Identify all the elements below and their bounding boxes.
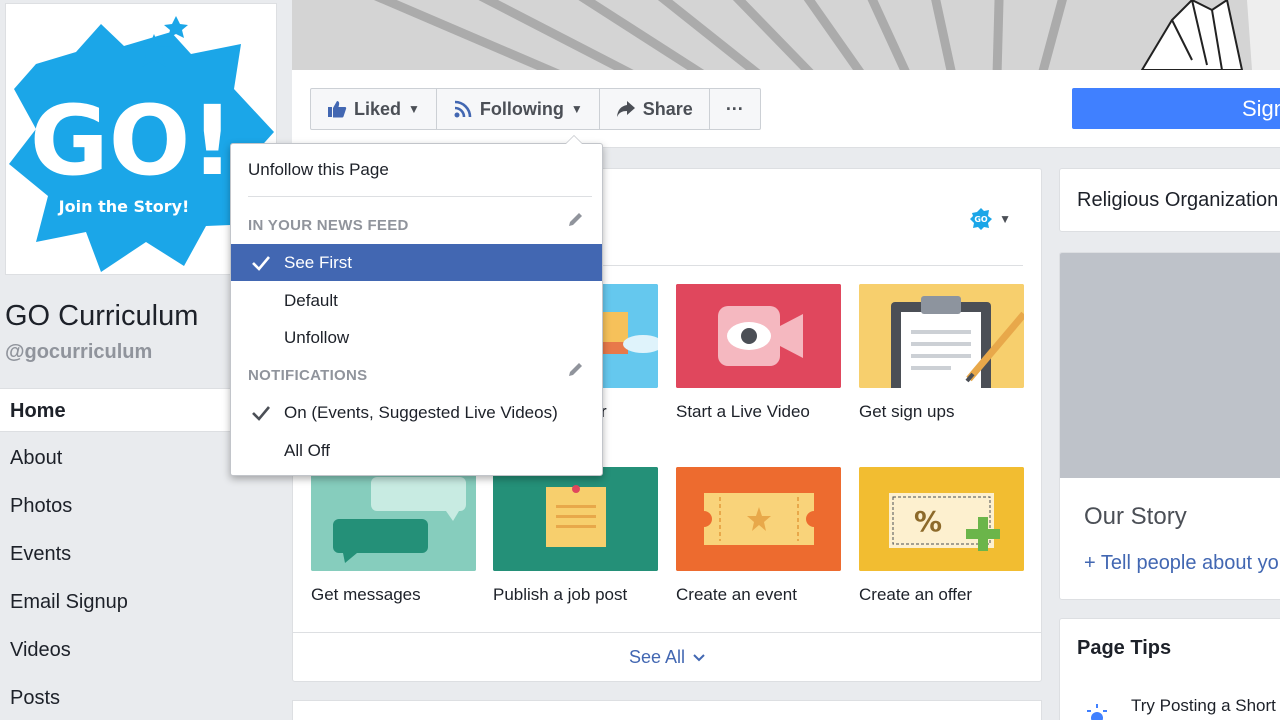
tell-people-link[interactable]: + Tell people about your — [1084, 552, 1280, 575]
nav-item-photos[interactable]: Photos — [0, 484, 292, 532]
thumbs-up-icon — [328, 101, 347, 118]
see-all-label: See All — [628, 647, 686, 667]
page-tips-card: Page Tips Try Posting a Short — [1059, 618, 1280, 720]
page-tips-title: Page Tips — [1077, 637, 1172, 659]
tile-publish-job-post[interactable]: Publish a job post — [493, 467, 658, 605]
option-notifications-on[interactable]: On (Events, Suggested Live Videos) — [231, 394, 602, 431]
tile-get-sign-ups[interactable]: Get sign ups — [859, 284, 1024, 422]
see-all-link[interactable]: See All — [293, 632, 1041, 682]
option-default[interactable]: Default — [231, 282, 602, 319]
all-off-label: All Off — [284, 441, 330, 460]
more-options-icon: ··· — [725, 98, 744, 119]
our-story-card: Our Story + Tell people about your — [1059, 252, 1280, 600]
share-label: Share — [642, 98, 693, 119]
tile-live-video-label: Start a Live Video — [676, 402, 810, 421]
following-button[interactable]: Following ▼ — [437, 89, 600, 129]
dropdown-arrow — [565, 135, 583, 144]
option-see-first[interactable]: See First — [231, 244, 602, 281]
logo-tagline: Join the Story! — [58, 197, 190, 216]
story-cover-image[interactable] — [1060, 253, 1280, 478]
svg-text:%: % — [914, 505, 942, 538]
pencil-icon[interactable] — [566, 211, 584, 229]
liked-label: Liked — [354, 98, 402, 119]
tile-create-event[interactable]: Create an event — [676, 467, 841, 605]
clipboard-icon — [859, 284, 1024, 388]
cover-image — [292, 0, 1280, 70]
sign-ups-image — [859, 284, 1024, 388]
unfollow-page-label: Unfollow this Page — [248, 160, 389, 179]
tile-offer-label: Create an offer — [859, 585, 973, 604]
tile-event-label: Create an event — [676, 585, 797, 604]
tile-messages-label: Get messages — [311, 585, 421, 604]
tile-job-post-label: Publish a job post — [493, 585, 628, 604]
pencil-icon[interactable] — [566, 361, 584, 379]
page-avatar-icon: GO — [970, 208, 993, 230]
option-unfollow[interactable]: Unfollow — [231, 319, 602, 356]
video-camera-icon — [676, 284, 841, 388]
lightbulb-icon — [1087, 704, 1107, 720]
chevron-down-icon — [693, 653, 705, 661]
ticket-icon — [676, 467, 841, 571]
see-first-label: See First — [284, 253, 353, 272]
page-handle[interactable]: @gocurriculum — [5, 341, 152, 364]
unfollow-label: Unfollow — [284, 328, 350, 347]
notifications-header: NOTIFICATIONS — [248, 367, 368, 384]
checkmark-icon — [252, 406, 270, 421]
chat-bubbles-icon — [311, 467, 476, 571]
caret-down-icon: ▼ — [408, 102, 420, 116]
action-button-group: Liked ▼ Following ▼ Share ··· — [310, 88, 761, 130]
following-dropdown-menu: Unfollow this Page IN YOUR NEWS FEED See… — [230, 135, 603, 476]
nav-item-posts[interactable]: Posts — [0, 676, 292, 720]
share-button[interactable]: Share — [600, 89, 710, 129]
page-action-bar: Liked ▼ Following ▼ Share ··· Sign — [292, 70, 1280, 148]
job-post-image — [493, 467, 658, 571]
page-name[interactable]: GO Curriculum — [5, 300, 198, 333]
rss-feed-icon — [454, 100, 472, 118]
caret-down-icon: ▼ — [999, 212, 1011, 226]
tile-create-offer[interactable]: % Create an offer — [859, 467, 1024, 605]
cover-photo[interactable] — [292, 0, 1280, 70]
tile-sign-ups-label: Get sign ups — [859, 402, 955, 421]
more-options-button[interactable]: ··· — [710, 89, 760, 129]
menu-separator — [248, 196, 592, 197]
checkmark-icon — [252, 256, 270, 271]
option-notifications-all-off[interactable]: All Off — [231, 432, 602, 469]
nav-item-videos[interactable]: Videos — [0, 628, 292, 676]
coupon-icon: % — [859, 467, 1024, 571]
tile-get-messages[interactable]: Get messages — [311, 467, 476, 605]
tile-start-live-video[interactable]: Start a Live Video — [676, 284, 841, 422]
sign-up-button[interactable]: Sign — [1072, 88, 1280, 129]
nav-item-email-signup[interactable]: Email Signup — [0, 580, 292, 628]
offer-image: % — [859, 467, 1024, 571]
unfollow-page-option[interactable]: Unfollow this Page — [231, 151, 602, 188]
composer-card — [292, 700, 1042, 720]
caret-down-icon: ▼ — [570, 102, 583, 116]
nav-item-events[interactable]: Events — [0, 532, 292, 580]
messages-image — [311, 467, 476, 571]
svg-text:GO: GO — [974, 215, 988, 224]
logo-text: GO! — [30, 85, 234, 197]
following-label: Following — [479, 98, 564, 119]
posting-as-selector[interactable]: GO ▼ — [969, 207, 1011, 231]
default-label: Default — [284, 291, 338, 310]
liked-button[interactable]: Liked ▼ — [311, 89, 437, 129]
page-category[interactable]: Religious Organization — [1059, 168, 1280, 232]
live-video-image — [676, 284, 841, 388]
event-image — [676, 467, 841, 571]
share-arrow-icon — [616, 101, 635, 117]
story-title: Our Story — [1084, 503, 1187, 530]
tip-text[interactable]: Try Posting a Short — [1131, 696, 1276, 716]
news-feed-header: IN YOUR NEWS FEED — [248, 217, 409, 234]
note-icon — [493, 467, 658, 571]
notifications-on-label: On (Events, Suggested Live Videos) — [284, 403, 558, 422]
